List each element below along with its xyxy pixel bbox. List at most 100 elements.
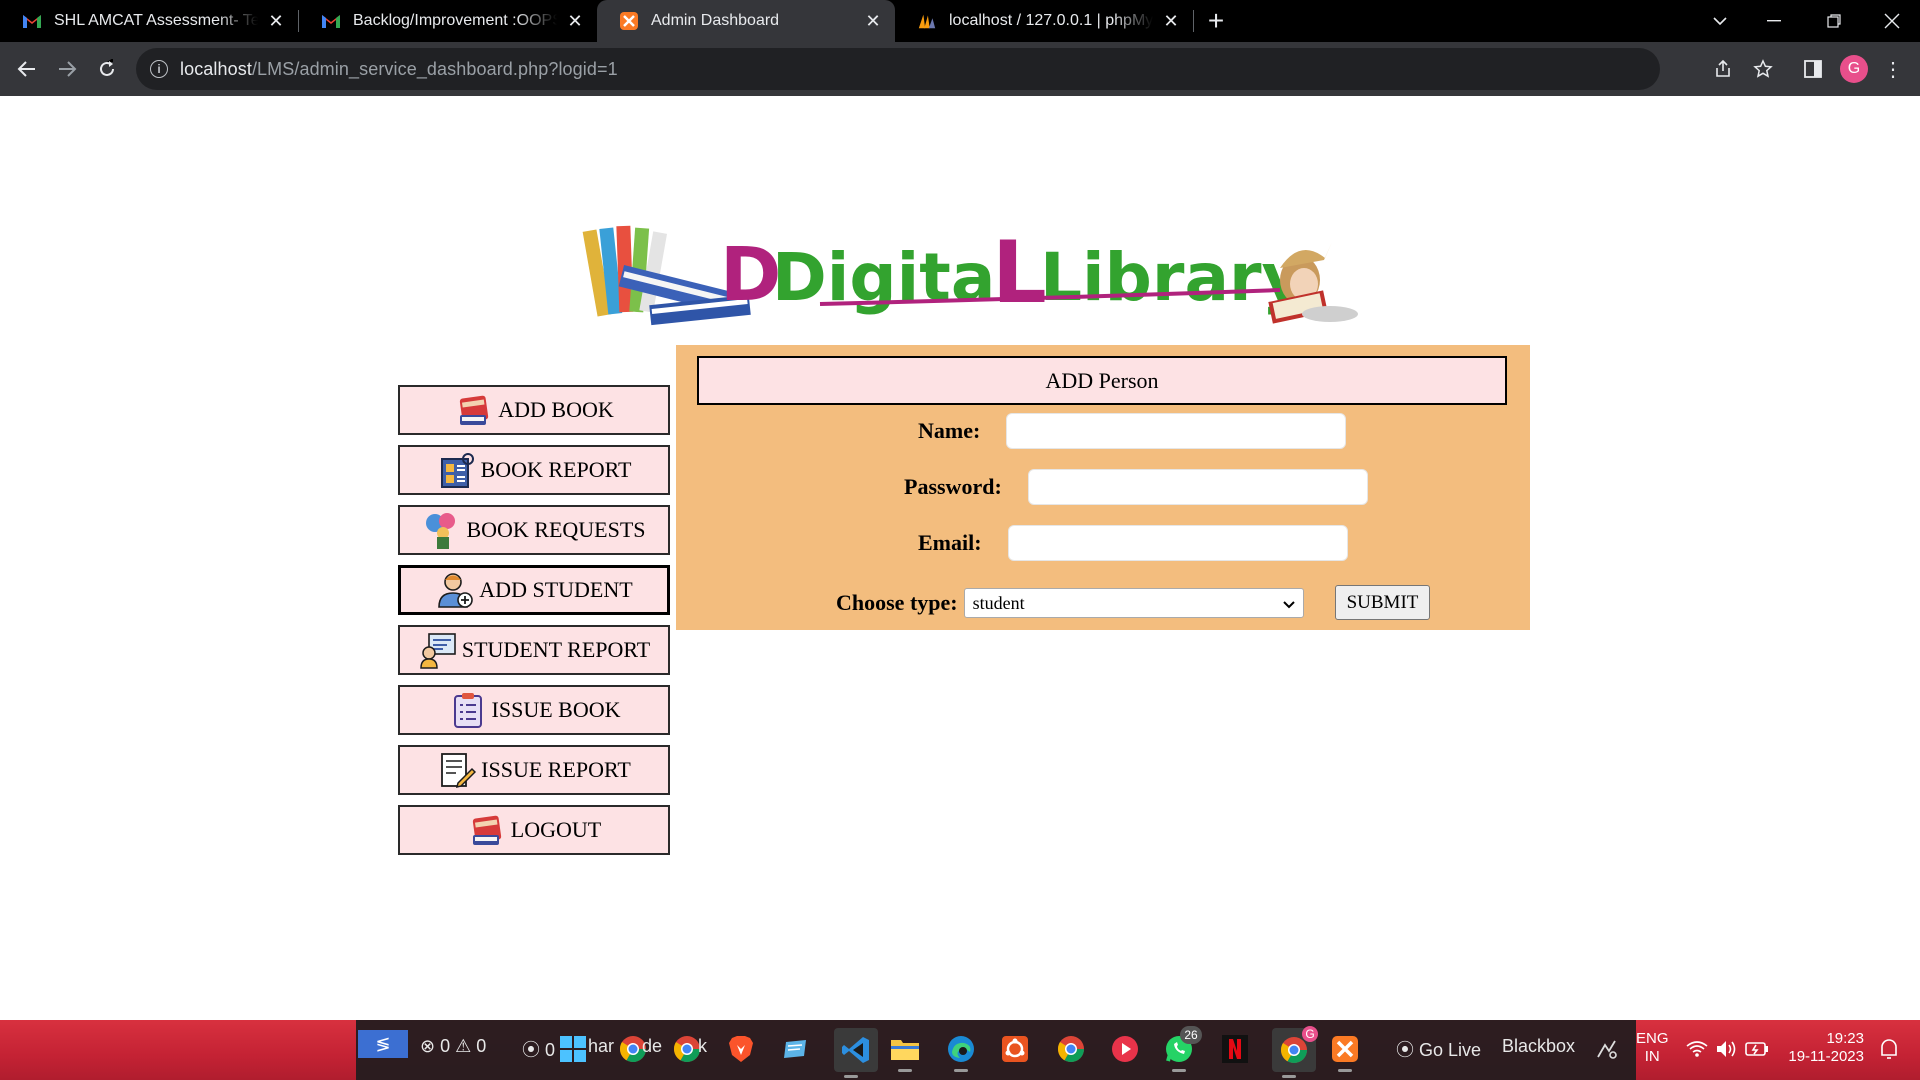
media-player-icon[interactable]: [1108, 1032, 1142, 1066]
error-count: 0: [440, 1036, 451, 1056]
netflix-icon[interactable]: [1218, 1032, 1252, 1066]
add-student-button[interactable]: ADD STUDENT: [398, 565, 670, 615]
password-label: Password:: [904, 474, 1002, 499]
wifi-icon[interactable]: [1680, 1032, 1714, 1066]
tab-title: SHL AMCAT Assessment- Test Lo: [54, 12, 258, 29]
name-input[interactable]: [1006, 413, 1347, 449]
forward-arrow-icon[interactable]: [52, 54, 82, 84]
address-bar[interactable]: i localhost/LMS/admin_service_dashboard.…: [136, 48, 1660, 90]
tab-close-icon[interactable]: ✕: [1161, 11, 1181, 31]
chrome-taskbar-icon[interactable]: [1054, 1032, 1088, 1066]
close-window-icon[interactable]: [1864, 0, 1920, 42]
vscode-icon[interactable]: [834, 1028, 878, 1078]
menu-label: BOOK REPORT: [480, 457, 632, 482]
browser-toolbar: i localhost/LMS/admin_service_dashboard.…: [0, 42, 1920, 96]
type-select[interactable]: student: [963, 588, 1304, 618]
book-requests-button[interactable]: BOOK REQUESTS: [398, 505, 670, 555]
tab-close-icon[interactable]: ✕: [565, 11, 585, 31]
region-code: IN: [1644, 1048, 1660, 1065]
back-arrow-icon[interactable]: [12, 54, 42, 84]
gmail-icon: [22, 11, 42, 31]
menu-label: ADD STUDENT: [479, 577, 633, 602]
type-row: Choose type: student: [836, 588, 1304, 618]
chevron-down-icon: [1282, 593, 1295, 614]
whatsapp-icon[interactable]: 26: [1162, 1026, 1202, 1072]
battery-icon[interactable]: [1740, 1032, 1774, 1066]
tab-close-icon[interactable]: ✕: [863, 11, 883, 31]
ubuntu-icon[interactable]: [998, 1032, 1032, 1066]
brave-icon[interactable]: [724, 1032, 758, 1066]
side-panel-icon[interactable]: [1798, 54, 1828, 84]
ghost-status-text-2: de: [642, 1036, 663, 1056]
clock-date: 19-11-2023: [1788, 1048, 1864, 1065]
clock[interactable]: 19:23 19-11-2023: [1784, 1030, 1864, 1066]
add-book-button[interactable]: ADD BOOK: [398, 385, 670, 435]
share-icon[interactable]: [1708, 54, 1738, 84]
bookmark-star-icon[interactable]: [1748, 54, 1778, 84]
ports-count: 0: [545, 1040, 556, 1060]
book-report-button[interactable]: BOOK REPORT: [398, 445, 670, 495]
menu-label: ISSUE BOOK: [491, 697, 621, 722]
reload-icon[interactable]: [92, 54, 122, 84]
go-live-button[interactable]: ⦿ Go Live: [1396, 1036, 1481, 1062]
logout-book-icon: [467, 810, 507, 850]
blackbox-button[interactable]: Blackbox: [1502, 1036, 1575, 1057]
name-row: Name:: [918, 413, 1347, 449]
windows-taskbar: ≶ ⊗ 0 ⚠ 0 ⦿ 0 har de k 26 G ⦿ Go Live Bl…: [0, 1020, 1920, 1080]
tab-title: localhost / 127.0.0.1 | phpMyAd: [949, 12, 1153, 29]
email-row: Email:: [918, 525, 1348, 561]
tab-shl-amcat[interactable]: SHL AMCAT Assessment- Test Lo ✕: [0, 0, 298, 42]
profile-avatar[interactable]: G: [1840, 55, 1868, 83]
clipboard-icon: [448, 690, 488, 730]
site-info-icon[interactable]: i: [150, 60, 168, 78]
volume-icon[interactable]: [1710, 1032, 1744, 1066]
logout-button[interactable]: LOGOUT: [398, 805, 670, 855]
language-indicator[interactable]: ENG IN: [1636, 1030, 1669, 1066]
ghost-status-text-3: k: [698, 1036, 707, 1056]
logo-letter-l: L: [992, 223, 1047, 323]
notification-icon[interactable]: [1872, 1032, 1906, 1066]
chrome-active-icon[interactable]: G: [1272, 1026, 1318, 1078]
submit-button[interactable]: SUBMIT: [1335, 585, 1430, 620]
student-report-button[interactable]: STUDENT REPORT: [398, 625, 670, 675]
tab-search-chevron-icon[interactable]: [1692, 0, 1748, 42]
tab-admin-dashboard[interactable]: Admin Dashboard ✕: [597, 0, 895, 42]
menu-label: LOGOUT: [510, 817, 602, 842]
problems-indicator[interactable]: ⊗ 0 ⚠ 0: [420, 1036, 486, 1057]
file-explorer-icon[interactable]: [888, 1032, 922, 1072]
language-code: ENG: [1636, 1030, 1669, 1047]
accounts-icon[interactable]: [1590, 1032, 1624, 1066]
minimize-icon[interactable]: [1746, 0, 1802, 42]
whatsapp-badge: 26: [1180, 1026, 1202, 1044]
email-input[interactable]: [1007, 525, 1348, 561]
tab-close-icon[interactable]: ✕: [266, 11, 286, 31]
url-host: localhost: [180, 58, 252, 79]
edge-icon[interactable]: [944, 1032, 978, 1072]
issue-report-button[interactable]: ISSUE REPORT: [398, 745, 670, 795]
email-label: Email:: [918, 530, 982, 555]
browser-tab-strip: SHL AMCAT Assessment- Test Lo ✕ Backlog/…: [0, 0, 1920, 42]
issue-report-icon: [437, 750, 477, 790]
restore-icon[interactable]: [1806, 0, 1862, 42]
ports-indicator[interactable]: ⦿ 0: [522, 1036, 555, 1062]
logo-word-library: Library: [1040, 239, 1305, 316]
name-label: Name:: [918, 418, 981, 443]
gmail-icon: [321, 11, 341, 31]
add-person-panel: ADD Person Name: Password: Email: Choose…: [676, 345, 1530, 630]
more-menu-icon[interactable]: ⋮: [1878, 54, 1908, 84]
tab-title: Backlog/Improvement :OOPS - 2: [353, 12, 557, 29]
windows-start-icon[interactable]: [556, 1032, 590, 1066]
url-text: localhost/LMS/admin_service_dashboard.ph…: [180, 59, 618, 80]
password-input[interactable]: [1027, 469, 1368, 505]
admin-sidebar-menu: ADD BOOK BOOK REPORT BOOK REQUESTS ADD S…: [398, 385, 670, 865]
remote-indicator-icon[interactable]: ≶: [358, 1030, 408, 1058]
menu-label: BOOK REQUESTS: [466, 517, 646, 542]
notepad-icon[interactable]: [778, 1032, 812, 1066]
chrome-profile-badge: G: [1302, 1026, 1318, 1042]
tab-phpmyadmin[interactable]: localhost / 127.0.0.1 | phpMyAd ✕: [895, 0, 1193, 42]
ghost-status-text: har: [588, 1036, 615, 1056]
xampp-taskbar-icon[interactable]: [1328, 1032, 1362, 1072]
tab-backlog[interactable]: Backlog/Improvement :OOPS - 2 ✕: [299, 0, 597, 42]
issue-book-button[interactable]: ISSUE BOOK: [398, 685, 670, 735]
new-tab-button[interactable]: +: [1194, 0, 1238, 42]
